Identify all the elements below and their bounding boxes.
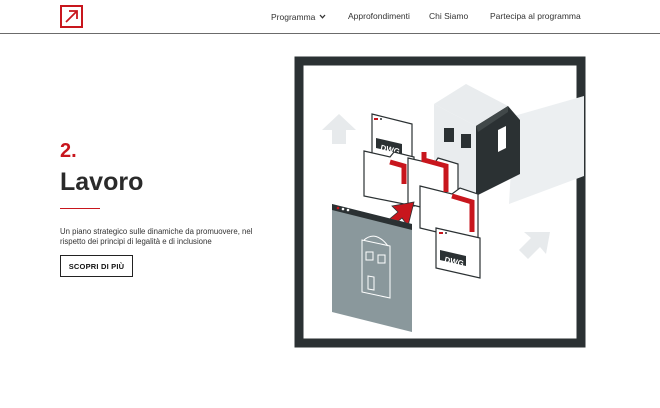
nav-item-approfondimenti[interactable]: Approfondimenti xyxy=(348,11,410,21)
illustration: DWG DWG xyxy=(294,56,586,348)
title-divider xyxy=(60,208,100,209)
nav-item-label: Partecipa al programma xyxy=(490,11,581,21)
nav-item-programma[interactable]: Programma xyxy=(271,11,326,22)
section-description: Un piano strategico sulle dinamiche da p… xyxy=(60,227,253,246)
discover-more-button[interactable]: SCOPRI DI PIÙ xyxy=(60,255,133,277)
logo-icon[interactable] xyxy=(60,5,83,28)
house-window xyxy=(461,134,471,148)
site-header: Programma Approfondimenti Chi Siamo Part… xyxy=(0,0,660,34)
arrow-up-right-icon xyxy=(65,10,78,23)
nav-item-label: Chi Siamo xyxy=(429,11,469,21)
nav-item-partecipa[interactable]: Partecipa al programma xyxy=(490,11,581,21)
page-title: Lavoro xyxy=(60,168,144,196)
house-window xyxy=(444,128,454,142)
nav-item-label: Approfondimenti xyxy=(348,11,410,21)
chevron-down-icon xyxy=(319,11,326,21)
nav-item-chi-siamo[interactable]: Chi Siamo xyxy=(429,11,468,21)
browser-window-icon xyxy=(332,204,412,332)
section-number: 2. xyxy=(60,140,77,162)
nav-item-label: Programma xyxy=(271,12,316,22)
